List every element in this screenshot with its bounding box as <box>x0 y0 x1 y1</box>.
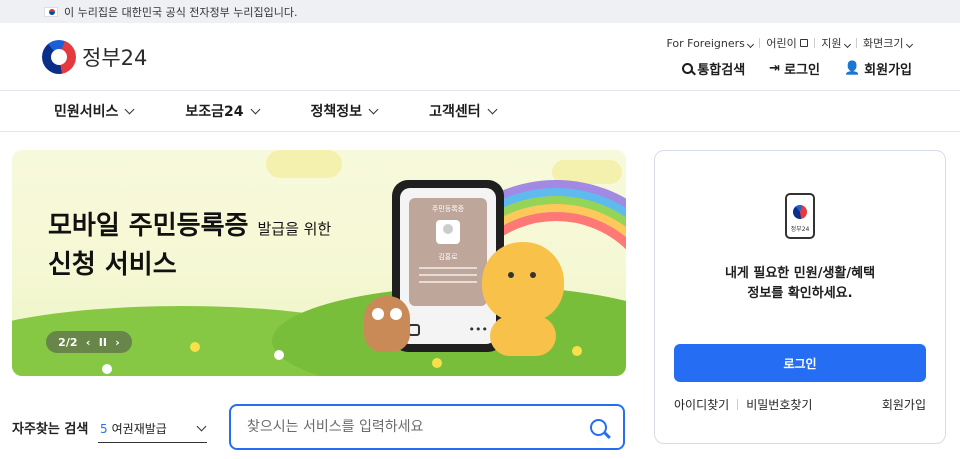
nav-civil-services[interactable]: 민원서비스 <box>54 101 135 121</box>
cloud-decoration <box>552 160 622 184</box>
login-icon: ⇥ <box>769 61 781 76</box>
promo-banner[interactable]: 모바일 주민등록증 발급을 위한 신청 서비스 주민등록증 김홍로 ••• 2/… <box>12 150 626 376</box>
squirrel-body <box>490 316 556 356</box>
nav-policy-info[interactable]: 정책정보 <box>311 101 379 121</box>
search-icon <box>682 63 694 74</box>
gov-official-banner: 이 누리집은 대한민국 공식 전자정부 누리집입니다. <box>0 0 960 23</box>
chevron-down-icon <box>368 104 379 114</box>
korea-flag-icon <box>44 6 58 17</box>
login-button[interactable]: 로그인 <box>674 344 926 382</box>
chevron-down-icon <box>747 40 755 48</box>
gov-banner-text: 이 누리집은 대한민국 공식 전자정부 누리집입니다. <box>64 5 298 19</box>
taegeuk-logo-icon <box>42 39 76 74</box>
pause-icon[interactable]: II <box>99 336 107 349</box>
header-login-button[interactable]: ⇥ 로그인 <box>769 59 820 78</box>
for-foreigners-link[interactable]: For Foreigners <box>666 37 755 50</box>
find-id-link[interactable]: 아이디찾기 <box>674 396 729 413</box>
owl-character <box>364 296 410 352</box>
squirrel-character <box>482 242 564 322</box>
site-header: 정부24 For Foreigners 어린이 지원 화면크기 통합검색 ⇥ 로… <box>0 23 960 91</box>
chevron-down-icon <box>250 104 260 114</box>
chevron-down-icon <box>124 104 135 114</box>
site-logo[interactable]: 정부24 <box>42 39 148 74</box>
chevron-down-icon <box>196 421 207 432</box>
external-link-icon <box>800 39 809 47</box>
user-plus-icon: 👤 <box>843 61 861 76</box>
banner-headline: 모바일 주민등록증 발급을 위한 신청 서비스 <box>48 211 332 280</box>
nav-customer-center[interactable]: 고객센터 <box>429 101 498 121</box>
prev-slide-button[interactable]: ‹ <box>86 336 91 349</box>
header-signup-button[interactable]: 👤 회원가입 <box>844 59 912 78</box>
nav-subsidy24[interactable]: 보조금24 <box>185 101 260 121</box>
mobile-id-icon: 정부24 <box>785 193 815 239</box>
frequent-search-select[interactable]: 5 여권재발급 <box>98 415 207 443</box>
cloud-decoration <box>266 150 342 178</box>
chevron-down-icon <box>905 40 914 49</box>
main-nav: 민원서비스 보조금24 정책정보 고객센터 <box>0 91 960 132</box>
search-icon[interactable] <box>590 418 607 436</box>
next-slide-button[interactable]: › <box>115 336 120 349</box>
login-message: 내게 필요한 민원/생활/혜택 정보를 확인하세요. <box>724 266 876 301</box>
service-search-box <box>229 404 625 450</box>
login-panel: 정부24 내게 필요한 민원/생활/혜택 정보를 확인하세요. 로그인 아이디찾… <box>654 150 946 444</box>
utility-menu: For Foreigners 어린이 지원 화면크기 통합검색 ⇥ 로그인 👤 … <box>666 35 914 78</box>
chevron-down-icon <box>487 104 498 114</box>
kids-link[interactable]: 어린이 <box>766 35 809 51</box>
profile-icon <box>436 220 460 244</box>
support-menu[interactable]: 지원 <box>821 35 852 51</box>
screen-size-menu[interactable]: 화면크기 <box>863 35 914 51</box>
frequent-search-label: 자주찾는 검색 <box>12 421 89 437</box>
signup-link[interactable]: 회원가입 <box>882 396 926 413</box>
chevron-down-icon <box>843 40 852 49</box>
id-card-illustration: 주민등록증 김홍로 <box>409 198 487 306</box>
find-password-link[interactable]: 비밀번호찾기 <box>746 396 812 413</box>
integrated-search-button[interactable]: 통합검색 <box>682 59 745 78</box>
banner-pager: 2/2 ‹ II › <box>46 331 132 353</box>
logo-text: 정부24 <box>82 45 148 70</box>
search-input[interactable] <box>247 419 567 435</box>
